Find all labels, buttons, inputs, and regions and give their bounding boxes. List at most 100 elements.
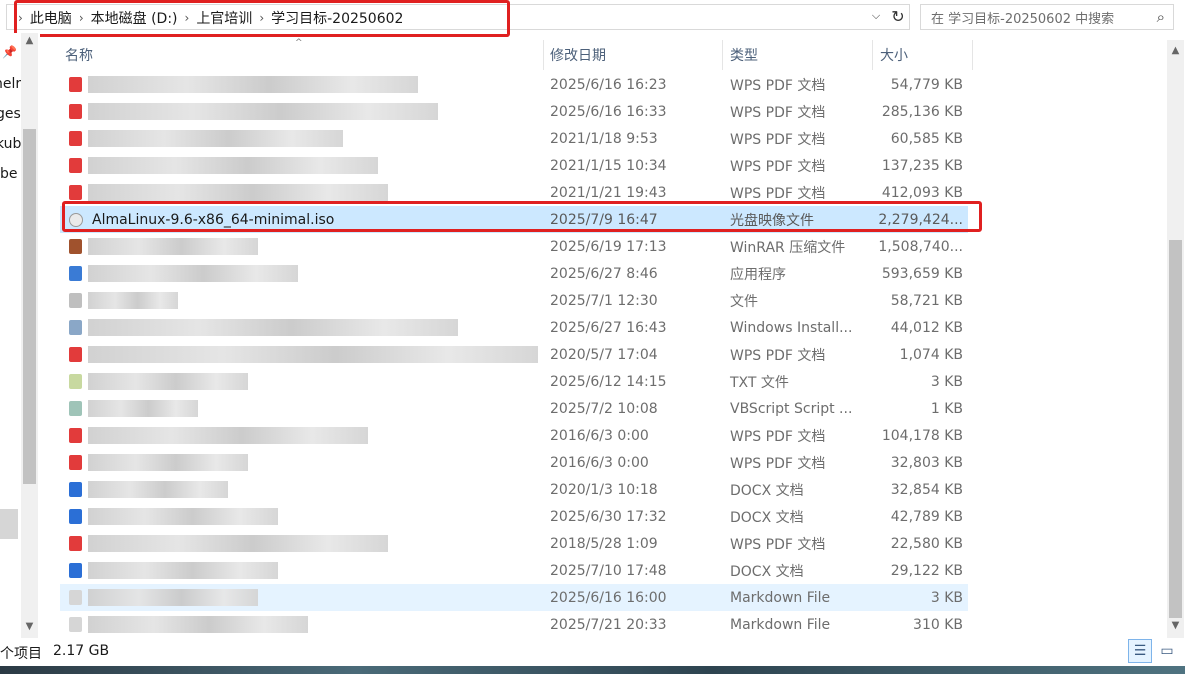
nav-item[interactable]: nelr	[0, 76, 21, 92]
pdf-icon	[69, 77, 82, 92]
pdf-icon	[69, 536, 82, 551]
file-row[interactable]: 2025/6/27 16:43 Windows Install... 44,012 …	[60, 314, 968, 341]
file-type: WPS PDF 文档	[730, 104, 826, 121]
file-row[interactable]: 2021/1/21 19:43 WPS PDF 文档 412,093 KB	[60, 179, 968, 206]
file-row[interactable]: 2016/6/3 0:00 WPS PDF 文档 104,178 KB	[60, 422, 968, 449]
breadcrumb-drive-d[interactable]: 本地磁盘 (D:)	[87, 8, 182, 28]
search-placeholder[interactable]: 在 学习目标-20250602 中搜索	[931, 8, 1114, 27]
file-row[interactable]: 2021/1/18 9:53 WPS PDF 文档 60,585 KB	[60, 125, 968, 152]
file-type: WPS PDF 文档	[730, 185, 826, 202]
file-list-scrollbar-thumb[interactable]	[1169, 240, 1182, 618]
column-header-type[interactable]: 类型	[730, 40, 758, 70]
file-modified-date: 2018/5/28 1:09	[550, 535, 658, 552]
chevron-right-icon[interactable]: ›	[182, 11, 193, 25]
file-size: 32,803 KB	[890, 454, 963, 471]
refresh-icon[interactable]: ↻	[887, 5, 909, 27]
column-divider[interactable]	[722, 40, 723, 70]
chevron-right-icon[interactable]: ›	[15, 11, 26, 25]
file-row[interactable]: 2025/6/19 17:13 WinRAR 压缩文件 1,508,740...	[60, 233, 968, 260]
redacted-file-name	[88, 184, 388, 201]
pdf-icon	[69, 131, 82, 146]
file-row[interactable]: 2025/7/2 10:08 VBScript Script ... 1 KB	[60, 395, 968, 422]
file-row[interactable]: 2025/6/16 16:23 WPS PDF 文档 54,779 KB	[60, 71, 968, 98]
file-row[interactable]: 2020/1/3 10:18 DOCX 文档 32,854 KB	[60, 476, 968, 503]
file-modified-date: 2025/6/12 14:15	[550, 373, 667, 390]
nav-scrollbar-thumb[interactable]	[23, 129, 36, 484]
redacted-file-name	[88, 292, 178, 309]
file-row[interactable]: 2025/6/16 16:00 Markdown File 3 KB	[60, 584, 968, 611]
column-header-date[interactable]: 修改日期	[550, 40, 606, 70]
file-modified-date: 2025/6/27 16:43	[550, 319, 667, 336]
file-modified-date: 2020/5/7 17:04	[550, 346, 658, 363]
breadcrumb-current-folder[interactable]: 学习目标-20250602	[267, 8, 407, 28]
file-size: 137,235 KB	[881, 157, 963, 174]
column-divider[interactable]	[872, 40, 873, 70]
file-size: 2,279,424...	[878, 211, 963, 228]
file-row[interactable]: 2025/7/1 12:30 文件 58,721 KB	[60, 287, 968, 314]
large-icons-view-icon[interactable]: ▭	[1155, 639, 1179, 663]
pdf-icon	[69, 347, 82, 362]
chevron-right-icon[interactable]: ›	[76, 11, 87, 25]
file-size: 104,178 KB	[881, 427, 963, 444]
file-type: WPS PDF 文档	[730, 131, 826, 148]
file-modified-date: 2025/7/1 12:30	[550, 292, 658, 309]
sort-ascending-icon: ^	[295, 38, 303, 48]
file-row[interactable]: 2025/7/10 17:48 DOCX 文档 29,122 KB	[60, 557, 968, 584]
docx-icon	[69, 509, 82, 524]
column-divider[interactable]	[543, 40, 544, 70]
redacted-file-name	[88, 319, 458, 336]
redacted-file-name	[88, 454, 248, 471]
file-row[interactable]: 2020/5/7 17:04 WPS PDF 文档 1,074 KB	[60, 341, 968, 368]
column-header-size[interactable]: 大小	[880, 40, 908, 70]
nav-item[interactable]: be	[0, 166, 18, 182]
file-type: WPS PDF 文档	[730, 77, 826, 94]
scroll-up-icon[interactable]: ▲	[1167, 45, 1184, 56]
file-row[interactable]: 2018/5/28 1:09 WPS PDF 文档 22,580 KB	[60, 530, 968, 557]
file-modified-date: 2025/7/10 17:48	[550, 562, 667, 579]
file-row[interactable]: 2025/6/16 16:33 WPS PDF 文档 285,136 KB	[60, 98, 968, 125]
markdown-icon	[69, 590, 82, 605]
scroll-down-icon[interactable]: ▼	[21, 621, 38, 632]
column-divider[interactable]	[972, 40, 973, 70]
column-header-name[interactable]: 名称	[65, 40, 93, 70]
archive-icon	[69, 239, 82, 254]
scroll-up-icon[interactable]: ▲	[21, 35, 38, 46]
redacted-file-name	[88, 535, 388, 552]
file-row[interactable]: 2021/1/15 10:34 WPS PDF 文档 137,235 KB	[60, 152, 968, 179]
pdf-icon	[69, 455, 82, 470]
chevron-right-icon[interactable]: ›	[256, 11, 267, 25]
file-type: WPS PDF 文档	[730, 455, 826, 472]
nav-item[interactable]: kub	[0, 136, 21, 152]
search-icon[interactable]: ⌕	[1157, 8, 1165, 26]
breadcrumb-training[interactable]: 上官培训	[192, 8, 256, 28]
nav-selected-item[interactable]	[0, 509, 18, 539]
file-row[interactable]: AlmaLinux-9.6-x86_64-minimal.iso 2025/7/9…	[60, 206, 968, 233]
search-box[interactable]: 在 学习目标-20250602 中搜索 ⌕	[920, 4, 1174, 30]
file-size: 285,136 KB	[881, 103, 963, 120]
file-type: WPS PDF 文档	[730, 428, 826, 445]
details-view-icon[interactable]: ☰	[1128, 639, 1152, 663]
file-row[interactable]: 2025/7/21 20:33 Markdown File 310 KB	[60, 611, 968, 638]
file-row[interactable]: 2016/6/3 0:00 WPS PDF 文档 32,803 KB	[60, 449, 968, 476]
pdf-icon	[69, 185, 82, 200]
file-row[interactable]: 2025/6/30 17:32 DOCX 文档 42,789 KB	[60, 503, 968, 530]
file-size: 310 KB	[913, 616, 963, 633]
file-modified-date: 2016/6/3 0:00	[550, 454, 649, 471]
nav-item[interactable]: ges	[0, 106, 21, 122]
redacted-file-name	[88, 427, 368, 444]
scroll-down-icon[interactable]: ▼	[1167, 620, 1184, 631]
redacted-file-name	[88, 76, 418, 93]
file-row[interactable]: 2025/6/12 14:15 TXT 文件 3 KB	[60, 368, 968, 395]
address-bar[interactable]: › 此电脑 › 本地磁盘 (D:) › 上官培训 › 学习目标-20250602	[6, 4, 910, 30]
desktop-wallpaper-strip	[0, 666, 1185, 674]
redacted-file-name	[88, 157, 378, 174]
file-type: 文件	[730, 293, 758, 310]
item-count: 个项目	[0, 646, 42, 662]
breadcrumb: › 此电脑 › 本地磁盘 (D:) › 上官培训 › 学习目标-20250602	[15, 5, 407, 31]
breadcrumb-this-pc[interactable]: 此电脑	[26, 8, 76, 28]
file-modified-date: 2021/1/18 9:53	[550, 130, 658, 147]
redacted-file-name	[88, 103, 438, 120]
file-row[interactable]: 2025/6/27 8:46 应用程序 593,659 KB	[60, 260, 968, 287]
chevron-down-icon[interactable]: ⌵	[866, 5, 886, 27]
file-size: 1,074 KB	[899, 346, 963, 363]
